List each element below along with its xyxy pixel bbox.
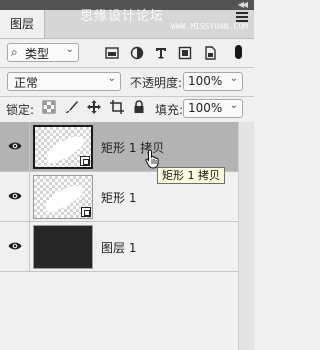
layer-row[interactable]: 图层 1 bbox=[0, 222, 238, 272]
layer-filter-bar: ⌕ 类型 ⌄ bbox=[0, 38, 254, 68]
panel-tab-bar: 图层 思缘设计论坛 WWW.MISSYUAN.COM bbox=[0, 10, 254, 39]
smart-object-filter-icon[interactable] bbox=[203, 46, 217, 60]
smart-object-badge-icon bbox=[80, 156, 90, 166]
panel-menu-icon[interactable] bbox=[236, 12, 248, 22]
filter-kind-label: 类型 bbox=[25, 47, 50, 61]
chevron-down-icon: ⌄ bbox=[65, 44, 74, 55]
tab-layers[interactable]: 图层 bbox=[0, 10, 45, 38]
layer-name-tooltip: 矩形 1 拷贝 bbox=[157, 167, 225, 184]
lock-position-icon[interactable] bbox=[87, 100, 101, 114]
watermark-url: WWW.MISSYUAN.COM bbox=[170, 22, 248, 31]
filter-toggle-switch[interactable] bbox=[235, 45, 242, 59]
adjustment-filter-icon[interactable] bbox=[130, 46, 144, 60]
visibility-column bbox=[0, 222, 30, 271]
chevron-down-icon: ⌄ bbox=[229, 73, 238, 84]
blend-opacity-bar: 正常 ⌄ 不透明度: 100% ⌄ bbox=[0, 68, 254, 96]
image-filter-icon[interactable] bbox=[105, 46, 119, 60]
fill-label: 填充: bbox=[155, 103, 184, 117]
layer-name[interactable]: 矩形 1 bbox=[101, 189, 136, 206]
magnifier-icon: ⌕ bbox=[11, 45, 18, 59]
opacity-value: 100% bbox=[188, 74, 223, 88]
watermark-text: 思缘设计论坛 bbox=[80, 9, 165, 24]
layers-empty-area bbox=[0, 272, 238, 350]
smart-object-badge-icon bbox=[81, 207, 91, 217]
layer-thumbnail[interactable] bbox=[33, 225, 93, 269]
layer-thumbnail[interactable] bbox=[33, 175, 93, 219]
blend-mode-value: 正常 bbox=[14, 76, 39, 90]
blend-mode-select[interactable]: 正常 ⌄ bbox=[7, 72, 121, 91]
layer-thumbnail[interactable] bbox=[33, 125, 93, 169]
type-filter-icon[interactable] bbox=[154, 46, 168, 60]
fill-field[interactable]: 100% ⌄ bbox=[183, 99, 243, 118]
collapse-panel-icon[interactable]: ◀◀ bbox=[238, 0, 248, 10]
chevron-down-icon: ⌄ bbox=[107, 73, 116, 84]
eye-icon[interactable] bbox=[8, 141, 22, 151]
eye-icon[interactable] bbox=[8, 241, 22, 251]
opacity-label: 不透明度: bbox=[130, 76, 183, 90]
chevron-down-icon: ⌄ bbox=[229, 100, 238, 111]
lock-image-pixels-icon[interactable] bbox=[65, 100, 79, 114]
lock-label: 锁定: bbox=[6, 103, 35, 117]
visibility-column bbox=[0, 172, 30, 221]
lock-transparent-pixels-icon[interactable] bbox=[42, 100, 56, 114]
fill-value: 100% bbox=[188, 101, 223, 115]
eye-icon[interactable] bbox=[8, 191, 22, 201]
layer-name[interactable]: 图层 1 bbox=[101, 239, 136, 256]
hand-pointer-icon bbox=[145, 149, 159, 169]
lock-artboard-icon[interactable] bbox=[110, 100, 124, 114]
lock-all-icon[interactable] bbox=[132, 100, 146, 114]
opacity-field[interactable]: 100% ⌄ bbox=[183, 72, 243, 91]
lock-fill-bar: 锁定: 填充: 100% ⌄ bbox=[0, 96, 254, 122]
shape-filter-icon[interactable] bbox=[178, 46, 192, 60]
filter-kind-select[interactable]: ⌕ 类型 ⌄ bbox=[7, 43, 79, 62]
visibility-column bbox=[0, 122, 30, 171]
layer-row[interactable]: 矩形 1 拷贝 bbox=[0, 122, 238, 172]
scrollbar[interactable] bbox=[238, 122, 254, 350]
